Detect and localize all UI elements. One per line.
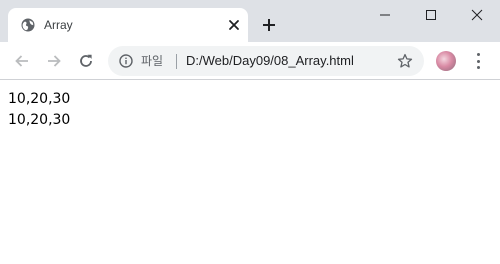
back-button[interactable] bbox=[12, 51, 32, 71]
globe-icon bbox=[21, 18, 35, 32]
output-line: 10,20,30 bbox=[8, 91, 71, 107]
maximize-icon bbox=[426, 10, 436, 20]
reload-icon bbox=[80, 54, 92, 67]
browser-toolbar: 파일 D:/Web/Day09/08_Array.html bbox=[0, 42, 500, 80]
tab-title: Array bbox=[44, 18, 73, 32]
menu-dot bbox=[476, 66, 480, 69]
output-line: 10,20,30 bbox=[8, 112, 71, 128]
url-text[interactable]: D:/Web/Day09/08_Array.html bbox=[186, 53, 354, 69]
maximize-button[interactable] bbox=[408, 0, 454, 30]
divider bbox=[176, 54, 177, 69]
menu-dot bbox=[476, 53, 480, 56]
minimize-icon bbox=[380, 14, 390, 16]
info-icon[interactable] bbox=[119, 54, 133, 68]
title-bar: Array bbox=[0, 0, 500, 42]
more-vertical-icon[interactable] bbox=[472, 53, 484, 69]
plus-icon[interactable] bbox=[261, 17, 277, 33]
scheme-label: 파일 bbox=[141, 54, 164, 68]
arrow-left-icon bbox=[15, 55, 28, 67]
avatar[interactable] bbox=[436, 51, 456, 71]
page-content: 10,20,30 10,20,30 bbox=[0, 81, 500, 264]
close-icon bbox=[471, 9, 483, 21]
window-close-button[interactable] bbox=[454, 0, 500, 30]
menu-dot bbox=[476, 59, 480, 63]
browser-tab[interactable]: Array bbox=[8, 8, 248, 42]
minimize-button[interactable] bbox=[362, 0, 408, 30]
forward-button[interactable] bbox=[44, 51, 64, 71]
star-icon[interactable] bbox=[397, 53, 413, 69]
arrow-right-icon bbox=[48, 55, 61, 67]
reload-button[interactable] bbox=[76, 51, 96, 71]
close-icon[interactable] bbox=[227, 18, 241, 32]
address-bar[interactable]: 파일 D:/Web/Day09/08_Array.html bbox=[108, 46, 424, 76]
